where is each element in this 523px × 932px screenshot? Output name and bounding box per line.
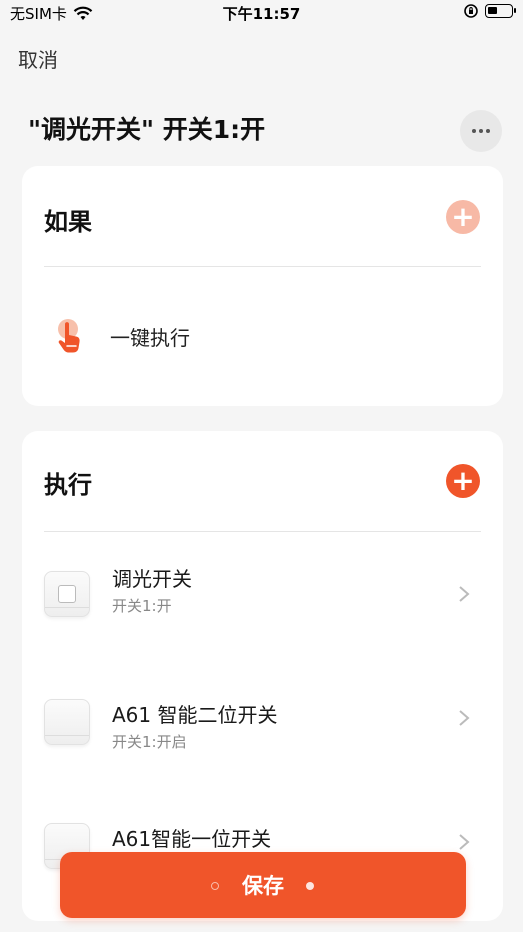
trigger-label[interactable]: 一键执行 bbox=[110, 322, 190, 351]
more-dot-icon bbox=[486, 129, 490, 133]
status-right bbox=[463, 3, 516, 19]
if-card: 如果 + 一键执行 bbox=[22, 166, 503, 406]
status-bar: 无SIM卡 下午11:57 bbox=[0, 0, 523, 26]
chevron-right-icon bbox=[459, 834, 470, 850]
add-condition-button[interactable]: + bbox=[446, 200, 480, 234]
chevron-right-icon bbox=[459, 710, 470, 726]
cancel-button[interactable]: 取消 bbox=[18, 44, 58, 73]
if-section-title: 如果 bbox=[44, 208, 92, 236]
device-state: 开关1:开启 bbox=[112, 733, 187, 751]
page-indicator-dot bbox=[306, 882, 314, 890]
exec-card: 执行 + 调光开关 开关1:开 A61 智能二位开关 开关1:开启 A61智能一… bbox=[22, 431, 503, 921]
orientation-lock-icon bbox=[464, 4, 478, 18]
chevron-right-icon bbox=[459, 586, 470, 602]
device-name: A61 智能二位开关 bbox=[112, 703, 278, 727]
page-indicator-dot bbox=[211, 882, 219, 890]
exec-section-title: 执行 bbox=[44, 471, 92, 499]
device-name: 调光开关 bbox=[112, 567, 192, 591]
page-title: "调光开关" 开关1:开 bbox=[28, 115, 266, 144]
divider bbox=[44, 531, 481, 532]
battery-icon bbox=[485, 4, 516, 18]
device-state: 开关1:开 bbox=[112, 597, 172, 615]
more-dot-icon bbox=[472, 129, 476, 133]
more-dot-icon bbox=[479, 129, 483, 133]
save-button[interactable]: 保存 bbox=[60, 852, 466, 918]
save-label: 保存 bbox=[242, 874, 284, 898]
device-name: A61智能一位开关 bbox=[112, 827, 272, 851]
status-time: 下午11:57 bbox=[222, 5, 301, 23]
device-row[interactable]: 调光开关 开关1:开 bbox=[22, 547, 503, 637]
switch-device-icon bbox=[44, 571, 90, 617]
add-action-button[interactable]: + bbox=[446, 464, 480, 498]
more-options-button[interactable] bbox=[460, 110, 502, 152]
divider bbox=[44, 266, 481, 267]
device-row[interactable]: A61 智能二位开关 开关1:开启 bbox=[22, 671, 503, 761]
switch-device-icon bbox=[44, 699, 90, 745]
tap-hand-icon bbox=[58, 319, 80, 353]
